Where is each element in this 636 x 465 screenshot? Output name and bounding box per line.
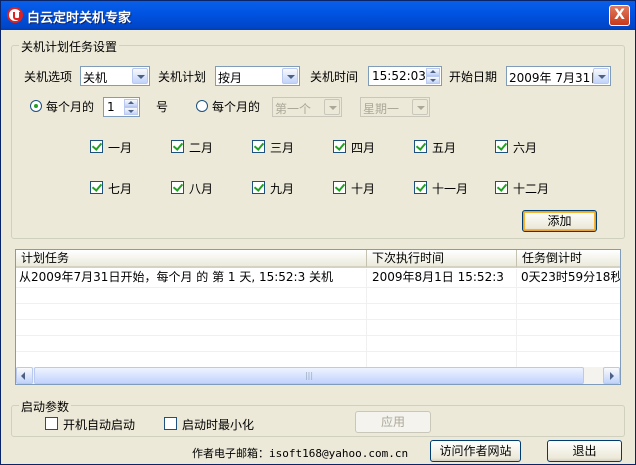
minimize-checkbox[interactable] bbox=[164, 417, 177, 430]
grid-line bbox=[16, 319, 620, 320]
chevron-down-icon[interactable] bbox=[324, 99, 340, 115]
month-label: 二月 bbox=[189, 141, 214, 155]
month-label: 十月 bbox=[351, 182, 376, 196]
month-checkbox-6[interactable] bbox=[495, 140, 508, 153]
title-bar[interactable]: 白云定时关机专家 X bbox=[1, 1, 635, 30]
radio2-label: 每个月的 bbox=[212, 100, 261, 114]
month-label: 三月 bbox=[270, 141, 295, 155]
grid-line bbox=[16, 303, 620, 304]
chevron-down-icon[interactable] bbox=[593, 68, 609, 84]
scroll-left-icon[interactable] bbox=[16, 367, 33, 384]
month-checkbox-9[interactable] bbox=[252, 181, 265, 194]
month-checkbox-12[interactable] bbox=[495, 181, 508, 194]
shutdown-option-label: 关机选项 bbox=[24, 70, 73, 84]
scroll-thumb[interactable]: ||| bbox=[34, 367, 584, 384]
minimize-label: 启动时最小化 bbox=[182, 418, 255, 432]
time-spinner[interactable]: 15:52:03 bbox=[368, 66, 442, 86]
day-unit-label: 号 bbox=[156, 100, 169, 114]
task-cell[interactable]: 从2009年7月31日开始，每个月 的 第 1 天, 15:52:3 关机 bbox=[19, 269, 365, 287]
plan-group-label: 关机计划任务设置 bbox=[19, 38, 120, 55]
start-date-label: 开始日期 bbox=[449, 70, 498, 84]
add-button[interactable]: 添加 bbox=[522, 210, 597, 232]
spin-up-icon[interactable] bbox=[426, 68, 440, 76]
plan-label: 关机计划 bbox=[158, 70, 207, 84]
month-checkbox-8[interactable] bbox=[171, 181, 184, 194]
weekday-select[interactable]: 星期一 bbox=[360, 97, 430, 117]
column-header-next-run[interactable]: 下次执行时间 bbox=[367, 250, 517, 268]
task-list[interactable]: 计划任务 下次执行时间 任务倒计时 从2009年7月31日开始，每个月 的 第 … bbox=[15, 249, 621, 385]
start-date-picker[interactable]: 2009年 7月31日 bbox=[506, 66, 611, 86]
month-checkbox-4[interactable] bbox=[333, 140, 346, 153]
grid-line bbox=[16, 287, 620, 288]
month-label: 六月 bbox=[513, 141, 538, 155]
weekday-of-month-radio[interactable] bbox=[196, 100, 208, 112]
grid-line bbox=[16, 351, 620, 352]
month-label: 七月 bbox=[108, 182, 133, 196]
month-checkbox-10[interactable] bbox=[333, 181, 346, 194]
scroll-right-icon[interactable] bbox=[603, 367, 620, 384]
radio1-label: 每个月的 bbox=[46, 100, 95, 114]
start-date-value: 2009年 7月31日 bbox=[509, 71, 603, 85]
horizontal-scrollbar[interactable]: ||| bbox=[16, 367, 620, 384]
power-icon bbox=[7, 7, 23, 23]
shutdown-option-value: 关机 bbox=[83, 71, 108, 85]
autostart-label: 开机自动启动 bbox=[63, 418, 136, 432]
month-label: 八月 bbox=[189, 182, 214, 196]
column-header-countdown[interactable]: 任务倒计时 bbox=[517, 250, 620, 268]
chevron-down-icon[interactable] bbox=[412, 99, 428, 115]
time-label: 关机时间 bbox=[310, 70, 359, 84]
chevron-down-icon[interactable] bbox=[132, 68, 148, 84]
window-title: 白云定时关机专家 bbox=[27, 11, 132, 26]
month-label: 十一月 bbox=[432, 182, 469, 196]
shutdown-option-select[interactable]: 关机 bbox=[80, 66, 150, 86]
month-checkbox-3[interactable] bbox=[252, 140, 265, 153]
week-index-value: 第一个 bbox=[275, 102, 312, 116]
grid-line bbox=[16, 335, 620, 336]
month-checkbox-2[interactable] bbox=[171, 140, 184, 153]
visit-website-button[interactable]: 访问作者网站 bbox=[430, 440, 521, 462]
next-run-cell[interactable]: 2009年8月1日 15:52:3 bbox=[372, 269, 516, 287]
countdown-cell[interactable]: 0天23时59分18秒 bbox=[521, 269, 620, 287]
day-value: 1 bbox=[107, 100, 115, 114]
autostart-checkbox[interactable] bbox=[45, 417, 58, 430]
plan-select[interactable]: 按月 bbox=[215, 66, 300, 86]
apply-button[interactable]: 应用 bbox=[355, 411, 431, 433]
spin-up-icon[interactable] bbox=[124, 99, 138, 107]
week-index-select[interactable]: 第一个 bbox=[272, 97, 342, 117]
author-email: 作者电子邮箱：isoft168@yahoo.com.cn bbox=[192, 447, 409, 460]
month-label: 十二月 bbox=[513, 182, 550, 196]
month-label: 四月 bbox=[351, 141, 376, 155]
month-checkbox-11[interactable] bbox=[414, 181, 427, 194]
month-checkbox-7[interactable] bbox=[90, 181, 103, 194]
exit-button[interactable]: 退出 bbox=[547, 440, 622, 462]
weekday-value: 星期一 bbox=[363, 102, 400, 116]
month-label: 九月 bbox=[270, 182, 295, 196]
spin-down-icon[interactable] bbox=[426, 76, 440, 84]
month-label: 五月 bbox=[432, 141, 457, 155]
main-window: 白云定时关机专家 X 关机计划任务设置 关机选项 关机 关机计划 按月 关机时间… bbox=[0, 0, 636, 465]
chevron-down-icon[interactable] bbox=[282, 68, 298, 84]
month-label: 一月 bbox=[108, 141, 133, 155]
day-of-month-radio[interactable] bbox=[30, 100, 42, 112]
time-value: 15:52:03 bbox=[372, 69, 426, 83]
day-spinner[interactable]: 1 bbox=[103, 97, 140, 117]
startup-group-label: 启动参数 bbox=[19, 398, 72, 415]
plan-value: 按月 bbox=[218, 71, 243, 85]
close-button[interactable]: X bbox=[609, 5, 630, 26]
spin-down-icon[interactable] bbox=[124, 107, 138, 115]
month-checkbox-1[interactable] bbox=[90, 140, 103, 153]
month-checkbox-5[interactable] bbox=[414, 140, 427, 153]
column-header-task[interactable]: 计划任务 bbox=[16, 250, 367, 268]
